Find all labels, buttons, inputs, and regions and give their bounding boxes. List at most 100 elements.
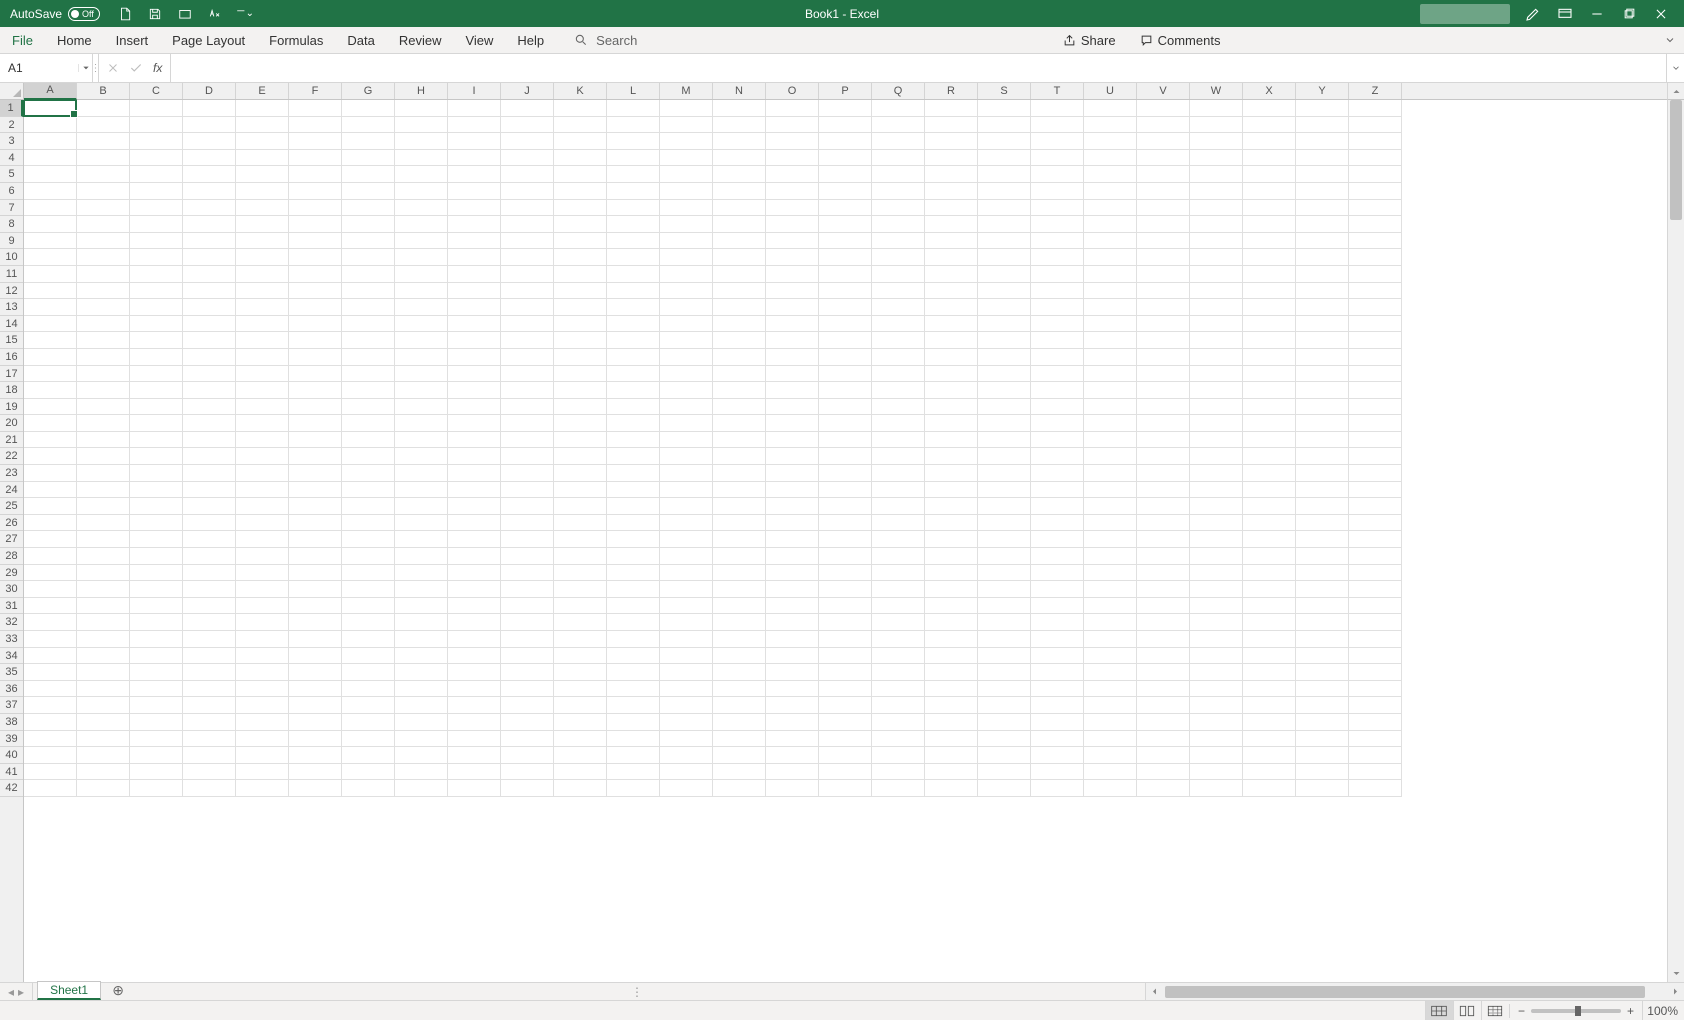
cell[interactable] xyxy=(236,697,289,714)
cell[interactable] xyxy=(289,614,342,631)
cell[interactable] xyxy=(766,548,819,565)
cell[interactable] xyxy=(819,498,872,515)
row-header[interactable]: 8 xyxy=(0,216,23,233)
cell[interactable] xyxy=(1084,697,1137,714)
cell[interactable] xyxy=(554,664,607,681)
cell[interactable] xyxy=(660,382,713,399)
cell[interactable] xyxy=(1190,714,1243,731)
cell[interactable] xyxy=(978,166,1031,183)
cell[interactable] xyxy=(1243,200,1296,217)
cell[interactable] xyxy=(554,780,607,797)
cell[interactable] xyxy=(448,399,501,416)
cell[interactable] xyxy=(501,565,554,582)
cell[interactable] xyxy=(872,432,925,449)
cell[interactable] xyxy=(660,349,713,366)
cell[interactable] xyxy=(1190,183,1243,200)
cell[interactable] xyxy=(607,299,660,316)
cell[interactable] xyxy=(713,166,766,183)
cell[interactable] xyxy=(1349,382,1402,399)
cell[interactable] xyxy=(24,482,77,499)
cell[interactable] xyxy=(1243,399,1296,416)
cell[interactable] xyxy=(713,681,766,698)
cell[interactable] xyxy=(448,100,501,117)
cell[interactable] xyxy=(713,747,766,764)
cell[interactable] xyxy=(1031,382,1084,399)
cell[interactable] xyxy=(1137,183,1190,200)
cell[interactable] xyxy=(713,714,766,731)
cell[interactable] xyxy=(819,233,872,250)
cell[interactable] xyxy=(1349,681,1402,698)
cell[interactable] xyxy=(819,515,872,532)
cell[interactable] xyxy=(1031,598,1084,615)
cell[interactable] xyxy=(1084,183,1137,200)
cell[interactable] xyxy=(448,664,501,681)
cell[interactable] xyxy=(130,731,183,748)
cell[interactable] xyxy=(1031,216,1084,233)
cell[interactable] xyxy=(766,117,819,134)
cell[interactable] xyxy=(1137,664,1190,681)
cell[interactable] xyxy=(1137,747,1190,764)
column-header[interactable]: H xyxy=(395,83,448,99)
cell[interactable] xyxy=(448,598,501,615)
cell[interactable] xyxy=(1137,332,1190,349)
cell[interactable] xyxy=(24,166,77,183)
cell[interactable] xyxy=(77,465,130,482)
cell[interactable] xyxy=(448,432,501,449)
cell[interactable] xyxy=(130,764,183,781)
cell[interactable] xyxy=(660,631,713,648)
name-box[interactable] xyxy=(0,54,78,82)
cell[interactable] xyxy=(1084,780,1137,797)
cell[interactable] xyxy=(978,565,1031,582)
cell[interactable] xyxy=(77,415,130,432)
cell[interactable] xyxy=(554,316,607,333)
cell[interactable] xyxy=(130,117,183,134)
cell[interactable] xyxy=(236,283,289,300)
cell[interactable] xyxy=(607,681,660,698)
cell[interactable] xyxy=(289,697,342,714)
cell[interactable] xyxy=(24,614,77,631)
cell[interactable] xyxy=(713,631,766,648)
cell[interactable] xyxy=(1243,133,1296,150)
cell[interactable] xyxy=(1190,465,1243,482)
cell[interactable] xyxy=(872,266,925,283)
cell[interactable] xyxy=(1137,565,1190,582)
cell[interactable] xyxy=(660,233,713,250)
cell[interactable] xyxy=(872,614,925,631)
cell[interactable] xyxy=(554,648,607,665)
cell[interactable] xyxy=(872,166,925,183)
cells-area[interactable] xyxy=(24,100,1667,982)
scroll-left-icon[interactable] xyxy=(1146,983,1163,1000)
cell[interactable] xyxy=(1349,233,1402,250)
cell[interactable] xyxy=(660,697,713,714)
cell[interactable] xyxy=(872,448,925,465)
cell[interactable] xyxy=(978,515,1031,532)
cell[interactable] xyxy=(819,249,872,266)
sheet-nav-prev-icon[interactable]: ◂ xyxy=(8,985,14,999)
cell[interactable] xyxy=(395,548,448,565)
maximize-icon[interactable] xyxy=(1620,5,1638,23)
cell[interactable] xyxy=(289,117,342,134)
cell[interactable] xyxy=(554,714,607,731)
cell[interactable] xyxy=(607,465,660,482)
column-header[interactable]: G xyxy=(342,83,395,99)
cell[interactable] xyxy=(24,233,77,250)
row-header[interactable]: 17 xyxy=(0,366,23,383)
cell[interactable] xyxy=(978,631,1031,648)
cell[interactable] xyxy=(342,249,395,266)
cell[interactable] xyxy=(1349,498,1402,515)
cell[interactable] xyxy=(289,664,342,681)
cell[interactable] xyxy=(1243,150,1296,167)
cell[interactable] xyxy=(660,764,713,781)
cell[interactable] xyxy=(713,465,766,482)
cell[interactable] xyxy=(236,565,289,582)
cell[interactable] xyxy=(289,531,342,548)
cell[interactable] xyxy=(183,432,236,449)
cell[interactable] xyxy=(978,714,1031,731)
cell[interactable] xyxy=(448,316,501,333)
cell[interactable] xyxy=(1137,731,1190,748)
cell[interactable] xyxy=(501,100,554,117)
cell[interactable] xyxy=(395,631,448,648)
cell[interactable] xyxy=(1296,266,1349,283)
cell[interactable] xyxy=(1137,150,1190,167)
cell[interactable] xyxy=(1243,349,1296,366)
